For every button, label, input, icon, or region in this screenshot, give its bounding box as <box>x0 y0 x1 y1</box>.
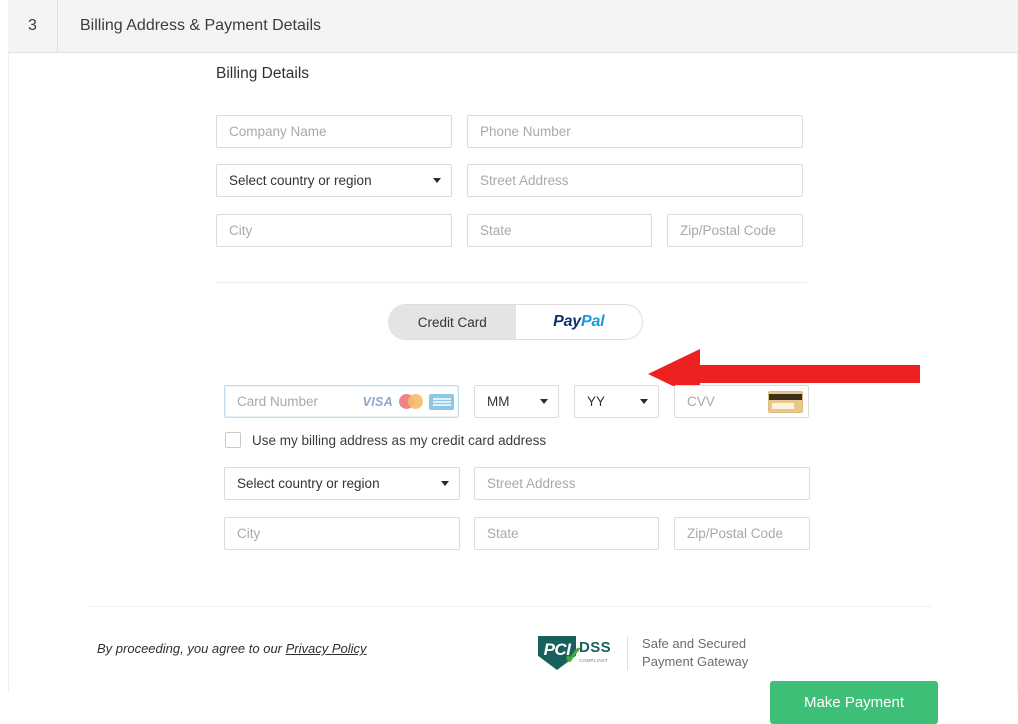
badge-divider <box>627 636 629 670</box>
toggle-option-credit-card[interactable]: Credit Card <box>389 305 516 339</box>
billing-country-select[interactable]: Select country or region <box>216 164 452 197</box>
company-name-input[interactable]: Company Name <box>216 115 452 148</box>
payment-method-toggle[interactable]: Credit Card PayPal <box>388 304 643 340</box>
section-divider <box>216 282 807 283</box>
card-state-input[interactable]: State <box>474 517 659 550</box>
mastercard-icon <box>399 394 423 409</box>
step-header: 3 Billing Address & Payment Details <box>8 0 1018 53</box>
billing-city-placeholder: City <box>229 223 253 238</box>
same-address-label: Use my billing address as my credit card… <box>252 432 547 448</box>
billing-country-value: Select country or region <box>229 173 372 188</box>
chevron-down-icon <box>540 399 548 404</box>
credit-card-label: Credit Card <box>417 314 487 330</box>
billing-street-placeholder: Street Address <box>480 173 569 188</box>
step-number: 3 <box>8 0 58 52</box>
secure-gateway-text: Safe and Secured Payment Gateway <box>642 635 748 672</box>
toggle-option-paypal[interactable]: PayPal <box>516 305 643 339</box>
billing-state-placeholder: State <box>480 223 512 238</box>
chevron-down-icon <box>433 178 441 183</box>
pci-logo: PCI ✓ DSS COMPLIANT <box>538 636 611 670</box>
expiry-year-value: YY <box>587 394 606 409</box>
chevron-down-icon <box>640 399 648 404</box>
same-address-checkbox[interactable] <box>225 432 241 448</box>
card-brand-icons: VISA <box>362 393 454 410</box>
paypal-logo-pal: Pal <box>580 313 605 330</box>
footer-divider <box>89 606 931 607</box>
billing-state-input[interactable]: State <box>467 214 652 247</box>
page-title: Billing Details <box>216 65 310 82</box>
paypal-logo-pay: Pay <box>553 313 581 330</box>
billing-street-input[interactable]: Street Address <box>467 164 803 197</box>
card-number-input[interactable]: Card Number VISA <box>224 385 459 418</box>
phone-number-input[interactable]: Phone Number <box>467 115 803 148</box>
card-country-select[interactable]: Select country or region <box>224 467 460 500</box>
cvv-placeholder: CVV <box>687 394 715 409</box>
card-country-value: Select country or region <box>237 476 380 491</box>
billing-zip-placeholder: Zip/Postal Code <box>680 223 777 238</box>
card-street-placeholder: Street Address <box>487 476 576 491</box>
same-address-checkbox-row[interactable]: Use my billing address as my credit card… <box>225 432 546 448</box>
billing-payment-panel: Billing Details Company Name Phone Numbe… <box>8 53 1018 724</box>
visa-icon: VISA <box>362 394 393 409</box>
cvv-input[interactable]: CVV <box>674 385 809 418</box>
card-back-icon <box>768 390 803 413</box>
card-state-placeholder: State <box>487 526 519 541</box>
card-city-placeholder: City <box>237 526 261 541</box>
card-number-placeholder: Card Number <box>237 394 319 409</box>
secure-gateway-line1: Safe and Secured <box>642 635 747 651</box>
billing-zip-input[interactable]: Zip/Postal Code <box>667 214 803 247</box>
pci-dss-badge: PCI ✓ DSS COMPLIANT Safe and Secured Pay… <box>538 628 748 678</box>
expiry-year-select[interactable]: YY <box>574 385 659 418</box>
legal-prefix: By proceeding, you agree to our <box>97 641 286 656</box>
phone-number-placeholder: Phone Number <box>480 124 571 139</box>
check-icon: ✓ <box>563 642 584 670</box>
card-zip-placeholder: Zip/Postal Code <box>687 526 784 541</box>
step-title: Billing Address & Payment Details <box>80 17 321 34</box>
legal-text: By proceeding, you agree to our Privacy … <box>97 641 367 656</box>
expiry-month-value: MM <box>487 394 510 409</box>
make-payment-button[interactable]: Make Payment <box>770 681 938 724</box>
billing-city-input[interactable]: City <box>216 214 452 247</box>
expiry-month-select[interactable]: MM <box>474 385 559 418</box>
card-street-input[interactable]: Street Address <box>474 467 810 500</box>
chevron-down-icon <box>441 481 449 486</box>
paypal-logo: PayPal <box>553 313 605 331</box>
amex-icon <box>429 393 454 410</box>
secure-gateway-line2: Payment Gateway <box>642 654 749 669</box>
privacy-policy-link[interactable]: Privacy Policy <box>286 641 367 656</box>
card-city-input[interactable]: City <box>224 517 460 550</box>
company-name-placeholder: Company Name <box>229 124 327 139</box>
card-zip-input[interactable]: Zip/Postal Code <box>674 517 810 550</box>
